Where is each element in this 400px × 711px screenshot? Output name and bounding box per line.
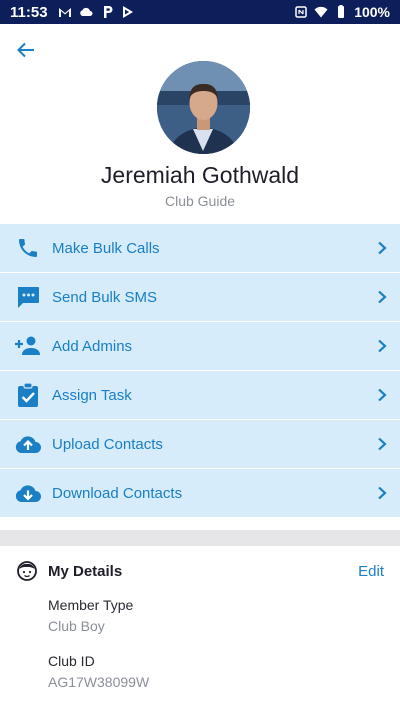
gmail-icon bbox=[58, 8, 71, 17]
battery-icon bbox=[338, 5, 345, 18]
section-divider bbox=[0, 530, 400, 546]
upload-contacts-button[interactable]: Upload Contacts bbox=[0, 420, 400, 469]
profile-photo bbox=[157, 61, 250, 154]
cloud-icon bbox=[79, 7, 93, 16]
field-value: Club Boy bbox=[48, 618, 105, 634]
sms-icon bbox=[18, 287, 39, 308]
action-label: Add Admins bbox=[52, 337, 133, 355]
chevron-right-icon bbox=[378, 437, 387, 451]
action-list: Make Bulk Calls Send Bulk SMS Add Admins… bbox=[0, 224, 400, 518]
chevron-right-icon bbox=[378, 290, 387, 304]
profile-role: Club Guide bbox=[164, 193, 236, 209]
avatar bbox=[157, 61, 250, 154]
clipboard-check-icon bbox=[18, 382, 38, 407]
status-time: 11:53 bbox=[10, 3, 48, 21]
action-label: Upload Contacts bbox=[52, 435, 163, 453]
add-person-icon bbox=[15, 336, 40, 355]
action-label: Make Bulk Calls bbox=[52, 239, 160, 257]
member-type-field: Member Type Club Boy bbox=[48, 597, 133, 634]
nfc-icon bbox=[295, 6, 307, 18]
p-app-icon bbox=[103, 6, 113, 18]
action-label: Assign Task bbox=[52, 386, 132, 404]
chevron-right-icon bbox=[378, 388, 387, 402]
my-details-header: My Details Edit bbox=[0, 556, 400, 586]
make-bulk-calls-button[interactable]: Make Bulk Calls bbox=[0, 224, 400, 273]
play-store-icon bbox=[122, 6, 133, 18]
chevron-right-icon bbox=[378, 339, 387, 353]
download-contacts-button[interactable]: Download Contacts bbox=[0, 469, 400, 518]
phone-icon bbox=[19, 239, 37, 257]
club-id-field: Club ID AG17W38099W bbox=[48, 653, 149, 690]
action-label: Send Bulk SMS bbox=[52, 288, 158, 306]
assign-task-button[interactable]: Assign Task bbox=[0, 371, 400, 420]
my-details-title: My Details bbox=[48, 562, 123, 580]
field-label: Member Type bbox=[48, 597, 134, 613]
arrow-left-icon bbox=[17, 42, 34, 58]
action-label: Download Contacts bbox=[52, 484, 183, 502]
chevron-right-icon bbox=[378, 486, 387, 500]
notification-icons bbox=[58, 5, 135, 19]
field-value: AG17W38099W bbox=[48, 674, 150, 690]
cloud-upload-icon bbox=[15, 436, 41, 453]
system-icons: 100% bbox=[294, 4, 390, 20]
wifi-icon bbox=[314, 6, 328, 18]
profile-name: Jeremiah Gothwald bbox=[100, 162, 300, 188]
cloud-download-icon bbox=[15, 485, 41, 502]
send-bulk-sms-button[interactable]: Send Bulk SMS bbox=[0, 273, 400, 322]
edit-button[interactable]: Edit bbox=[358, 563, 384, 580]
back-button[interactable] bbox=[14, 38, 38, 62]
field-label: Club ID bbox=[48, 653, 95, 669]
battery-percent: 100% bbox=[354, 4, 390, 20]
chevron-right-icon bbox=[378, 241, 387, 255]
add-admins-button[interactable]: Add Admins bbox=[0, 322, 400, 371]
status-bar: 11:53 100% bbox=[0, 0, 400, 24]
face-icon bbox=[17, 561, 37, 581]
